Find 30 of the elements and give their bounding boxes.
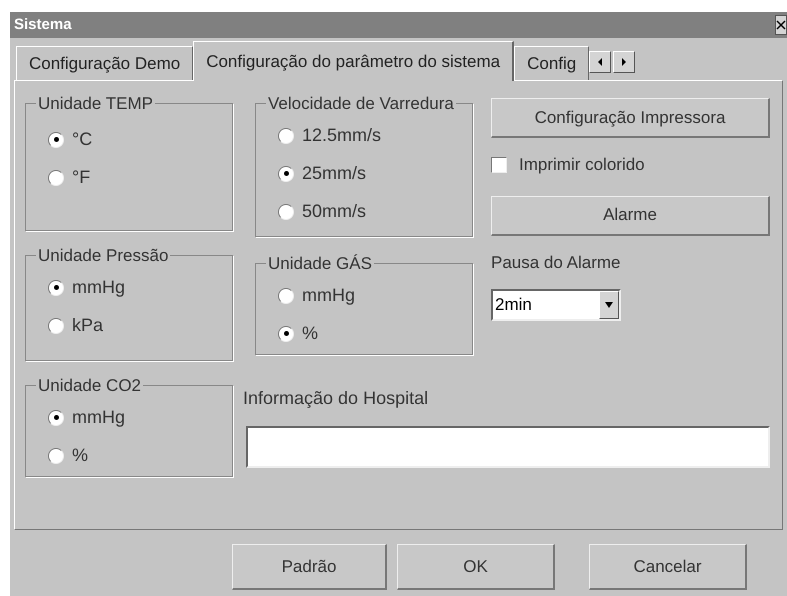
printer-settings-button[interactable]: Configuração Impressora [491, 98, 770, 138]
field-label: Informação do Hospital [243, 387, 430, 410]
radio-label: °F [72, 166, 90, 189]
group-title: Unidade CO2 [37, 375, 142, 397]
tab[interactable]: Config [514, 46, 590, 80]
tab[interactable]: Configuração do parâmetro do sistema [193, 41, 514, 81]
radio-label: °C [72, 128, 92, 151]
radio-label: 50mm/s [302, 200, 366, 223]
default-button[interactable]: Padrão [232, 544, 387, 590]
group-title: Velocidade de Varredura [267, 93, 455, 115]
radio-label: mmHg [72, 406, 125, 429]
radio-label: mmHg [72, 276, 125, 299]
group-title: Unidade Pressão [37, 245, 170, 267]
cancel-button[interactable]: Cancelar [589, 544, 747, 590]
radio-label: 12.5mm/s [302, 124, 382, 147]
dropdown-value: 2min [494, 294, 532, 316]
radio-label: 25mm/s [302, 162, 366, 185]
radio-label: % [302, 322, 318, 345]
alarm-pause-dropdown[interactable]: 2min [491, 289, 621, 321]
group-title: Unidade TEMP [37, 93, 154, 115]
group-title: Unidade GÁS [267, 253, 373, 275]
checkbox-label: Imprimir colorido [519, 154, 645, 176]
tab[interactable]: Configuração Demo [16, 46, 194, 80]
radio-label: mmHg [302, 284, 355, 307]
window-title: Sistema [13, 14, 72, 35]
radio-label: % [72, 444, 88, 467]
field-label: Pausa do Alarme [491, 252, 622, 274]
radio-label: kPa [72, 314, 104, 337]
alarm-button[interactable]: Alarme [491, 196, 770, 236]
ok-button[interactable]: OK [397, 544, 555, 590]
